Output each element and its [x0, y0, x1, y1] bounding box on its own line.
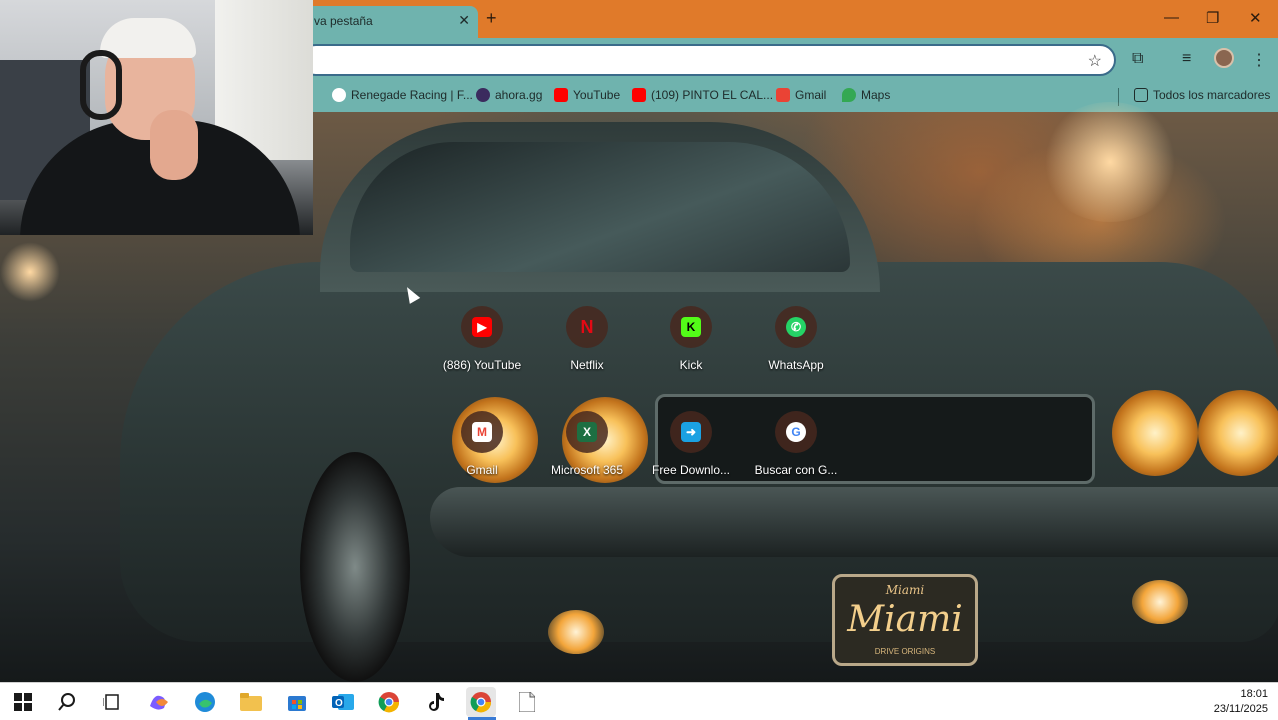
gmail-icon: M [472, 422, 492, 442]
chrome-active-icon[interactable] [466, 687, 496, 717]
bookmark-maps[interactable]: Maps [842, 88, 890, 102]
restore-button[interactable]: ❐ [1206, 9, 1219, 27]
task-view-icon[interactable] [97, 687, 127, 717]
bookmark-star-icon[interactable]: ☆ [1088, 51, 1102, 71]
outlook-icon[interactable]: O [328, 687, 358, 717]
bookmark-youtube[interactable]: YouTube [554, 88, 620, 102]
youtube-icon [554, 88, 568, 102]
search-icon[interactable] [52, 687, 82, 717]
taskbar: O 18:01 23/11/2025 [0, 682, 1278, 720]
edge-icon[interactable] [190, 687, 220, 717]
fog-light [548, 610, 604, 654]
shortcut-label: Microsoft 365 [550, 463, 624, 477]
profile-avatar[interactable] [1214, 48, 1234, 68]
shortcut-microsoft365[interactable]: X Microsoft 365 [537, 411, 637, 511]
webcam-overlay [0, 0, 313, 235]
shortcut-kick[interactable]: K Kick [641, 306, 741, 406]
chrome-icon[interactable] [374, 687, 404, 717]
notepad-icon[interactable] [512, 687, 542, 717]
shortcut-netflix[interactable]: N Netflix [537, 306, 637, 406]
shortcut-google-search[interactable]: G Buscar con G... [746, 411, 846, 511]
shortcut-label: Kick [679, 358, 703, 372]
media-control-icon[interactable]: ≡ [1182, 50, 1191, 68]
street-light [0, 242, 60, 302]
maps-icon [842, 88, 856, 102]
download-icon: ➜ [681, 422, 701, 442]
address-bar[interactable]: ☆ [300, 44, 1116, 76]
bookmark-gmail[interactable]: Gmail [776, 88, 826, 102]
copilot-icon[interactable] [144, 687, 174, 717]
tab-close-icon[interactable]: ✕ [458, 12, 470, 29]
youtube-icon: ▶ [472, 317, 492, 337]
shortcut-whatsapp[interactable]: ✆ WhatsApp [746, 306, 846, 406]
new-tab-button[interactable]: + [486, 8, 497, 29]
store-icon[interactable] [282, 687, 312, 717]
menu-kebab-icon[interactable]: ⋮ [1251, 50, 1267, 70]
headlight [1198, 390, 1278, 476]
tab-title: va pestaña [314, 14, 373, 28]
street-light [1040, 102, 1180, 222]
shortcut-label: Buscar con G... [754, 463, 838, 477]
renegade-icon [332, 88, 346, 102]
car-wheel [300, 452, 410, 682]
plate-top-text: Miami [885, 583, 925, 597]
car-windshield [350, 142, 850, 272]
excel-icon: X [577, 422, 597, 442]
cam-person-hand [150, 110, 198, 180]
browser-tab[interactable]: va pestaña ✕ [300, 6, 478, 38]
shortcut-label: WhatsApp [768, 358, 824, 372]
whatsapp-icon: ✆ [786, 317, 806, 337]
kick-icon: K [681, 317, 701, 337]
shortcut-label: Free Downlo... [651, 463, 731, 477]
bookmark-renegade[interactable]: Renegade Racing | F... [332, 88, 473, 102]
bookmark-ahora[interactable]: ahora.gg [476, 88, 542, 102]
windows-start-icon[interactable] [8, 687, 38, 717]
extensions-icon[interactable]: ⧉ [1132, 50, 1143, 68]
clock-date: 23/11/2025 [1213, 703, 1268, 715]
headlight [1112, 390, 1198, 476]
cam-person-cap [100, 18, 196, 58]
headphones-icon [80, 50, 122, 120]
all-bookmarks[interactable]: Todos los marcadores [1134, 88, 1270, 102]
google-icon: G [786, 422, 806, 442]
clock-time: 18:01 [1240, 688, 1268, 700]
tiktok-icon[interactable] [420, 687, 450, 717]
minimize-button[interactable]: — [1164, 9, 1179, 26]
license-plate: Miami Miami DRIVE ORIGINS [832, 574, 978, 666]
ahora-icon [476, 88, 490, 102]
file-explorer-icon[interactable] [236, 687, 266, 717]
gmail-icon [776, 88, 790, 102]
shortcut-label: (886) YouTube [442, 358, 522, 372]
shortcut-free-download[interactable]: ➜ Free Downlo... [641, 411, 741, 511]
shortcut-gmail[interactable]: M Gmail [432, 411, 532, 511]
fog-light [1132, 580, 1188, 624]
svg-text:O: O [335, 698, 343, 709]
bookmark-pinto[interactable]: (109) PINTO EL CAL... [632, 88, 773, 102]
plate-main-text: Miami [847, 599, 963, 640]
close-window-button[interactable]: ✕ [1249, 9, 1262, 27]
youtube-icon [632, 88, 646, 102]
system-clock[interactable]: 18:01 23/11/2025 [1214, 687, 1268, 717]
folder-icon [1134, 88, 1148, 102]
shortcut-label: Gmail [466, 463, 498, 477]
shortcut-youtube[interactable]: ▶ (886) YouTube [432, 306, 532, 406]
shortcut-label: Netflix [570, 358, 604, 372]
plate-bottom-text: DRIVE ORIGINS [874, 647, 936, 656]
netflix-icon: N [580, 316, 594, 337]
